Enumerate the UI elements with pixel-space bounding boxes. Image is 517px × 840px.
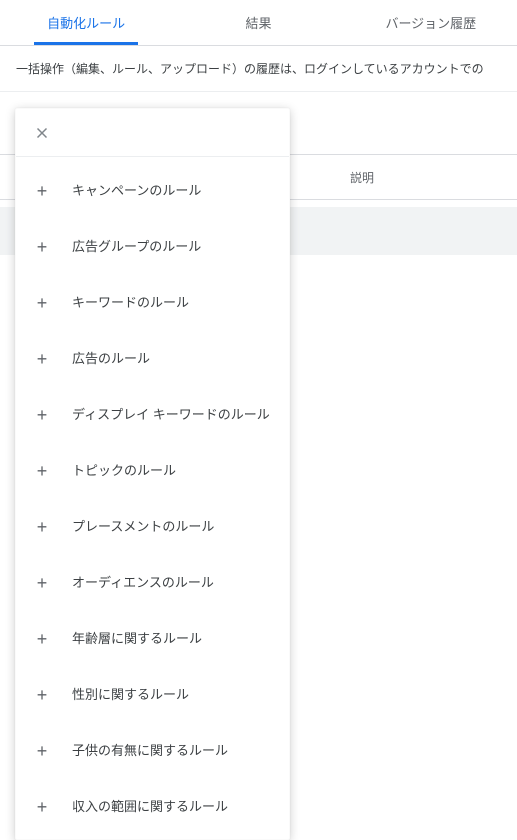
tab-automation-rules[interactable]: 自動化ルール <box>0 0 172 45</box>
menu-item-label: 収入の範囲に関するルール <box>72 797 228 817</box>
plus-icon: + <box>32 741 52 762</box>
menu-item[interactable]: + 広告のルール <box>16 331 289 387</box>
plus-icon: + <box>32 573 52 594</box>
plus-icon: + <box>32 181 52 202</box>
menu-items-container: +キャンペーンのルール+広告グループのルール+キーワードのルール+広告のルール+… <box>16 163 289 835</box>
menu-item-label: 年齢層に関するルール <box>72 629 202 649</box>
menu-item-label: ディスプレイ キーワードのルール <box>72 405 270 425</box>
info-message: 一括操作（編集、ルール、アップロード）の履歴は、ログインしているアカウントでの <box>0 46 517 92</box>
menu-item[interactable]: + オーディエンスのルール <box>16 555 289 611</box>
menu-item[interactable]: + プレースメントのルール <box>16 499 289 555</box>
column-header-description: 説明 <box>350 169 374 186</box>
menu-item[interactable]: + 性別に関するルール <box>16 667 289 723</box>
tabs-bar: 自動化ルール 結果 バージョン履歴 <box>0 0 517 46</box>
menu-item-label: トピックのルール <box>72 461 176 481</box>
menu-item[interactable]: + 収入の範囲に関するルール <box>16 779 289 835</box>
plus-icon: + <box>32 237 52 258</box>
menu-item[interactable]: + キーワードのルール <box>16 275 289 331</box>
tab-label: バージョン履歴 <box>385 13 476 32</box>
menu-item[interactable]: + 年齢層に関するルール <box>16 611 289 667</box>
plus-icon: + <box>32 293 52 314</box>
menu-item-label: キーワードのルール <box>72 293 189 313</box>
menu-item[interactable]: + ディスプレイ キーワードのルール <box>16 387 289 443</box>
menu-item-label: 広告のルール <box>72 349 150 369</box>
plus-icon: + <box>32 685 52 706</box>
menu-item-label: オーディエンスのルール <box>72 573 214 593</box>
plus-icon: + <box>32 629 52 650</box>
menu-item-label: キャンペーンのルール <box>72 181 201 201</box>
menu-item[interactable]: + 広告グループのルール <box>16 219 289 275</box>
menu-item-label: 子供の有無に関するルール <box>72 741 228 761</box>
tab-version-history[interactable]: バージョン履歴 <box>345 0 517 45</box>
plus-icon: + <box>32 349 52 370</box>
dropdown-header <box>16 109 289 157</box>
close-icon[interactable] <box>32 123 52 143</box>
menu-item-label: 広告グループのルール <box>72 237 201 257</box>
plus-icon: + <box>32 461 52 482</box>
rule-type-dropdown: +キャンペーンのルール+広告グループのルール+キーワードのルール+広告のルール+… <box>15 108 290 840</box>
menu-item[interactable]: + トピックのルール <box>16 443 289 499</box>
plus-icon: + <box>32 797 52 818</box>
menu-item-label: 性別に関するルール <box>72 685 189 705</box>
menu-item-label: プレースメントのルール <box>72 517 214 537</box>
plus-icon: + <box>32 517 52 538</box>
tab-label: 結果 <box>245 13 271 32</box>
tab-label: 自動化ルール <box>47 13 125 32</box>
menu-item[interactable]: + 子供の有無に関するルール <box>16 723 289 779</box>
menu-item[interactable]: + キャンペーンのルール <box>16 163 289 219</box>
tab-results[interactable]: 結果 <box>172 0 344 45</box>
plus-icon: + <box>32 405 52 426</box>
